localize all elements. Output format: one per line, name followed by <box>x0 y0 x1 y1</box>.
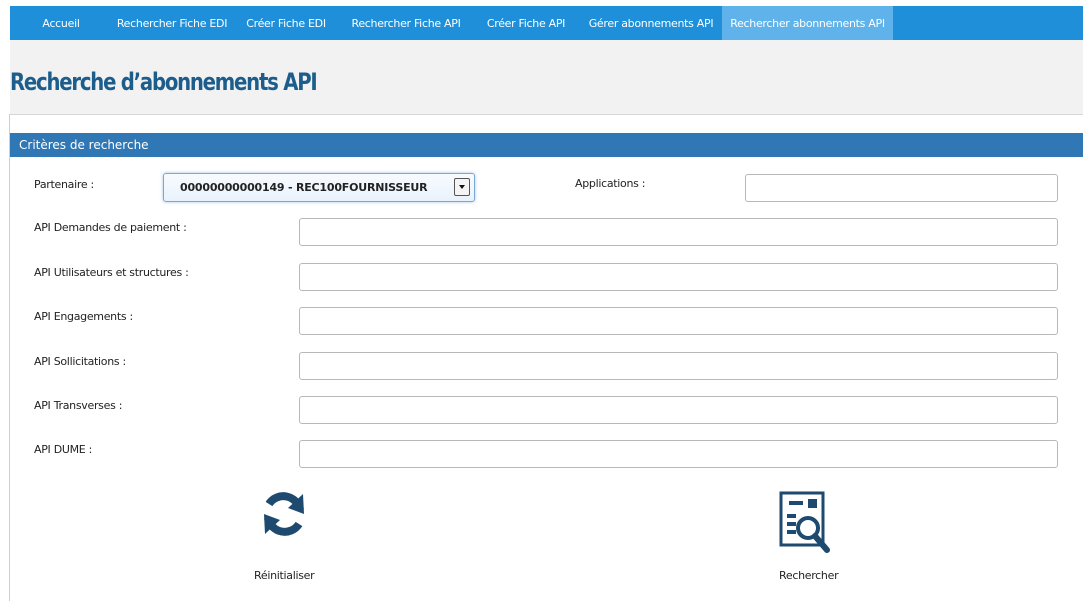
api-transverses-input[interactable] <box>299 396 1058 424</box>
reset-label[interactable]: Réinitialiser <box>254 569 315 582</box>
api-utilisateurs-structures-input[interactable] <box>299 263 1058 291</box>
reset-button[interactable] <box>254 490 314 540</box>
applications-label: Applications : <box>575 177 646 190</box>
api-utilisateurs-structures-label: API Utilisateurs et structures : <box>34 266 189 279</box>
nav-item-rechercher-abonnements-api[interactable]: Rechercher abonnements API <box>722 6 893 40</box>
api-dume-input[interactable] <box>299 440 1058 468</box>
nav-item-accueil[interactable]: Accueil <box>10 6 112 40</box>
nav-item-gerer-abonnements-api[interactable]: Gérer abonnements API <box>580 6 722 40</box>
refresh-icon <box>264 492 304 536</box>
search-criteria-header: Critères de recherche <box>10 133 1083 157</box>
api-demandes-paiement-label: API Demandes de paiement : <box>34 221 187 234</box>
search-label[interactable]: Rechercher <box>779 569 839 582</box>
page-title: Recherche d’abonnements API <box>10 68 318 96</box>
partenaire-selected-value: 00000000000149 - REC100FOURNISSEUR <box>180 181 428 194</box>
nav-item-creer-fiche-edi[interactable]: Créer Fiche EDI <box>232 6 340 40</box>
nav-item-rechercher-fiche-edi[interactable]: Rechercher Fiche EDI <box>112 6 232 40</box>
api-engagements-input[interactable] <box>299 307 1058 335</box>
partenaire-label: Partenaire : <box>34 178 94 191</box>
api-sollicitations-input[interactable] <box>299 352 1058 380</box>
nav-item-rechercher-fiche-api[interactable]: Rechercher Fiche API <box>340 6 472 40</box>
chevron-down-icon[interactable] <box>454 178 470 196</box>
search-button[interactable] <box>777 490 841 560</box>
document-search-icon <box>779 491 830 553</box>
page-title-band: Recherche d’abonnements API <box>10 40 1083 115</box>
applications-input[interactable] <box>745 174 1058 202</box>
partenaire-select[interactable]: 00000000000149 - REC100FOURNISSEUR <box>163 173 475 202</box>
left-border <box>9 114 10 601</box>
api-engagements-label: API Engagements : <box>34 310 133 323</box>
api-dume-label: API DUME : <box>34 443 93 456</box>
main-navbar: Accueil Rechercher Fiche EDI Créer Fiche… <box>10 6 1083 40</box>
nav-item-creer-fiche-api[interactable]: Créer Fiche API <box>472 6 580 40</box>
api-sollicitations-label: API Sollicitations : <box>34 355 126 368</box>
api-transverses-label: API Transverses : <box>34 399 123 412</box>
api-demandes-paiement-input[interactable] <box>299 218 1058 246</box>
